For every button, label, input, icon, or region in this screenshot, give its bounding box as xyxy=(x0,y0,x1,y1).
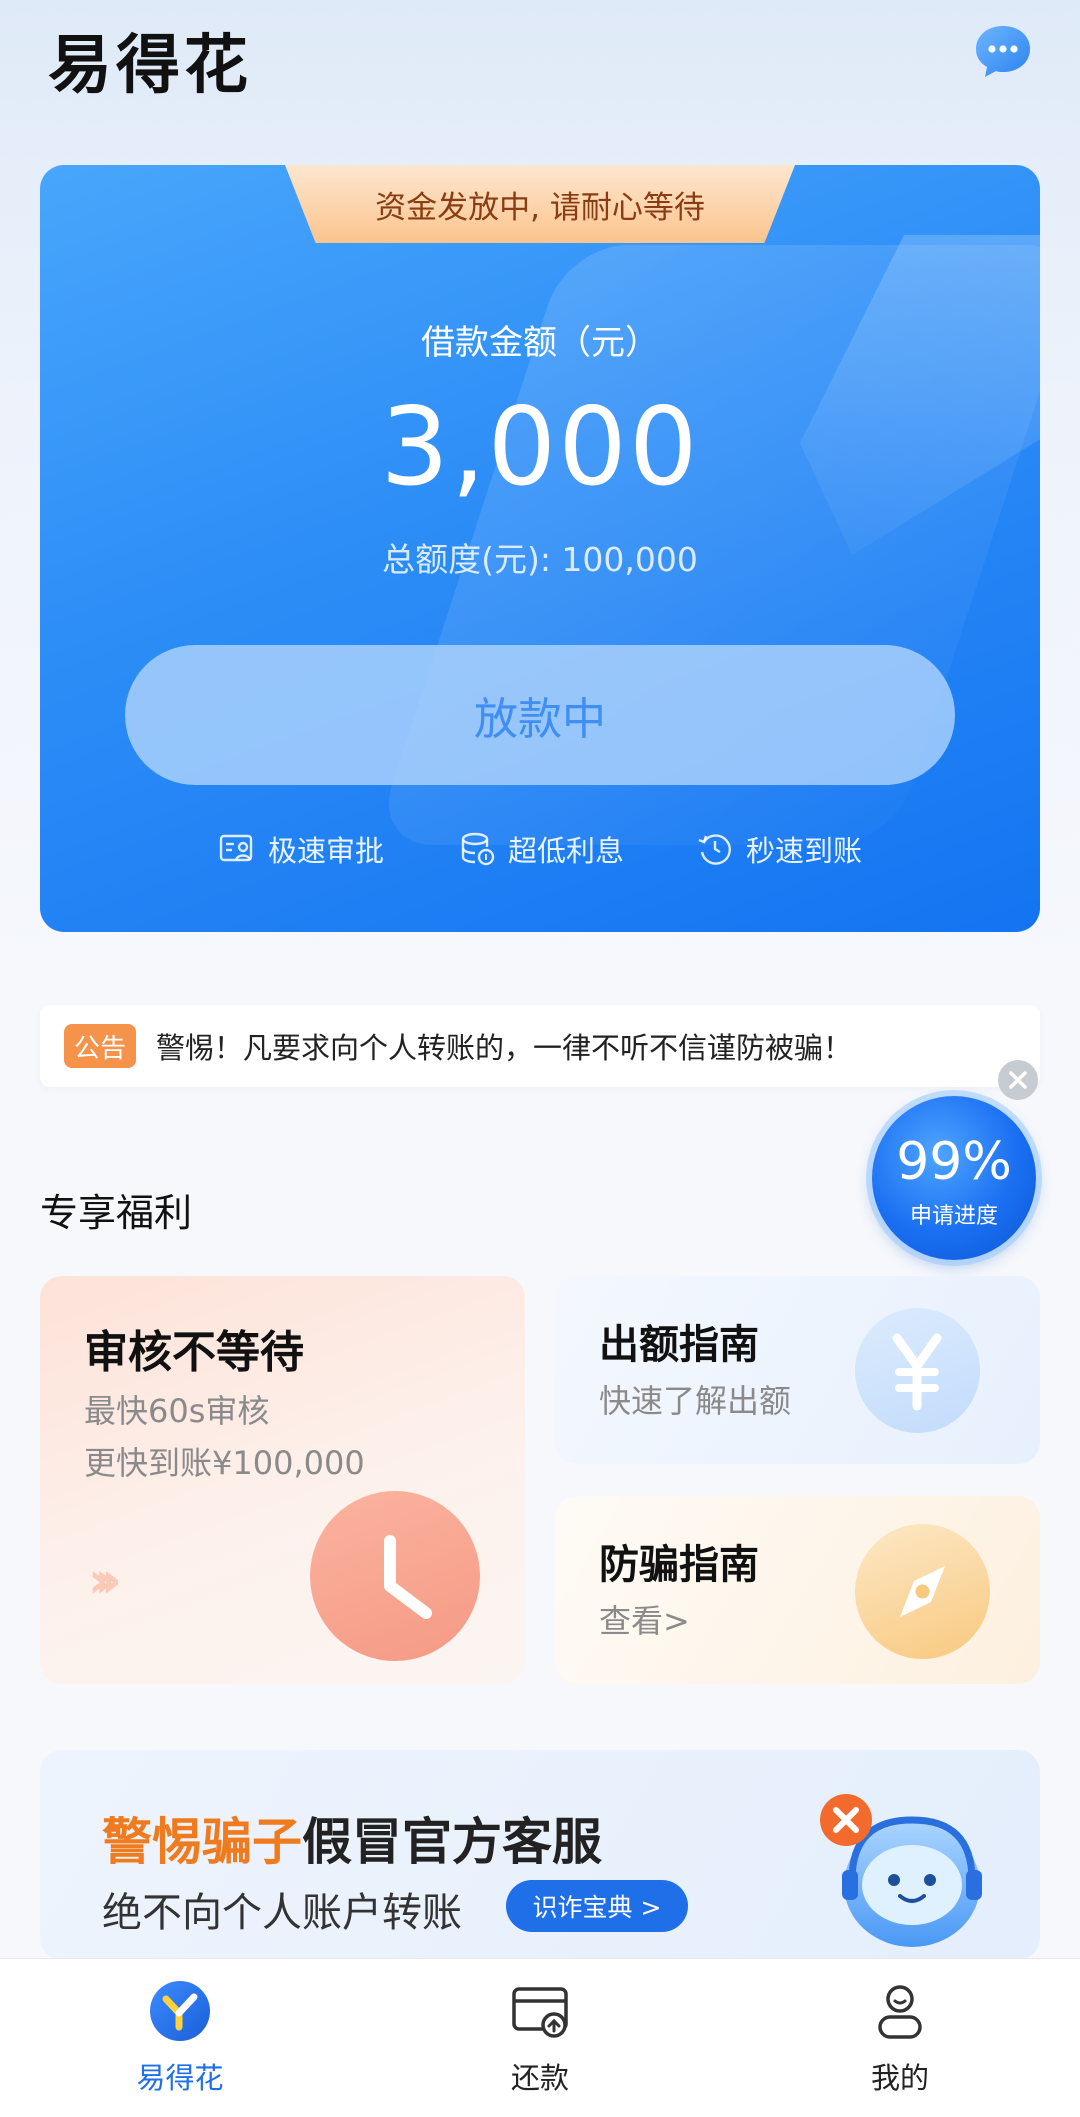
feature-instant-arrival: 秒速到账 xyxy=(696,827,862,871)
disbursing-button[interactable]: 放款中 xyxy=(125,645,955,785)
banner-subtitle: 绝不向个人账户转账 xyxy=(102,1890,462,1936)
funding-status-banner: 资金发放中, 请耐心等待 xyxy=(285,165,795,243)
announcement-bar[interactable]: 公告 警惕！凡要求向个人转账的，一律不听不信谨防被骗！ xyxy=(40,1005,1040,1087)
quota-guide-card[interactable]: 出额指南 快速了解出额 xyxy=(555,1276,1040,1464)
banner-title-highlight: 警惕骗子 xyxy=(102,1813,302,1871)
loan-status-card: 资金发放中, 请耐心等待 借款金额（元） 3,000 总额度(元): 100,0… xyxy=(40,165,1040,932)
feature-list: 极速审批 超低利息 秒速到账 xyxy=(40,827,1040,871)
feature-low-interest: 超低利息 xyxy=(458,827,624,871)
benefits-section-title: 专享福利 xyxy=(40,1191,193,1235)
tab-label: 还款 xyxy=(510,2061,569,2095)
clock-icon xyxy=(310,1491,480,1661)
feature-label: 超低利息 xyxy=(508,834,625,868)
chevrons-icon: ››› xyxy=(88,1551,122,1609)
repay-card-icon xyxy=(512,1987,568,2038)
banner-title: 警惕骗子假冒官方客服 xyxy=(102,1802,602,1874)
card-title: 防骗指南 xyxy=(599,1542,759,1588)
card-subtitle: 快速了解出额 xyxy=(599,1382,792,1420)
card-title: 审核不等待 xyxy=(84,1327,304,1378)
fraud-handbook-button[interactable]: 识诈宝典 > xyxy=(506,1880,688,1932)
clock-refresh-icon xyxy=(698,834,731,865)
card-title: 出额指南 xyxy=(599,1322,759,1368)
user-profile-icon xyxy=(878,1985,922,2039)
application-progress-float[interactable]: 99% 申请进度 xyxy=(872,1096,1036,1260)
app-title: 易得花 xyxy=(48,29,252,103)
tab-repay[interactable]: 还款 xyxy=(440,1979,640,2097)
customer-service-chat-icon[interactable] xyxy=(972,20,1034,82)
progress-label: 申请进度 xyxy=(909,1204,998,1229)
anti-fraud-guide-card[interactable]: 防骗指南 查看> xyxy=(555,1496,1040,1684)
card-subtitle: 最快60s审核 xyxy=(84,1392,270,1430)
fraud-warning-banner[interactable]: 警惕骗子假冒官方客服 绝不向个人账户转账 识诈宝典 > xyxy=(40,1750,1040,1960)
card-subtitle: 更快到账¥100,000 xyxy=(84,1444,365,1482)
loan-amount-value: 3,000 xyxy=(380,385,700,510)
bottom-tab-bar: 易得花 还款 我的 xyxy=(0,1958,1080,2117)
compass-icon xyxy=(855,1524,990,1659)
feature-label: 极速审批 xyxy=(268,834,385,868)
progress-percent: 99% xyxy=(896,1132,1012,1192)
close-icon xyxy=(1009,1071,1027,1089)
coin-stack-icon xyxy=(461,832,495,866)
tab-label: 我的 xyxy=(870,2061,929,2095)
close-progress-float-button[interactable] xyxy=(998,1060,1038,1100)
announcement-tag: 公告 xyxy=(64,1024,136,1068)
approval-card-icon xyxy=(219,834,253,862)
fast-review-card[interactable]: 审核不等待 最快60s审核 更快到账¥100,000 ››› xyxy=(40,1276,525,1684)
announcement-text: 警惕！凡要求向个人转账的，一律不听不信谨防被骗！ xyxy=(156,1031,853,1065)
view-more-link[interactable]: 查看> xyxy=(599,1596,690,1642)
tab-home[interactable]: 易得花 xyxy=(80,1979,280,2097)
feature-fast-approval: 极速审批 xyxy=(218,827,384,871)
banner-title-rest: 假冒官方客服 xyxy=(302,1813,602,1871)
total-limit-text: 总额度(元): 100,000 xyxy=(382,540,698,579)
yuan-icon xyxy=(855,1308,980,1433)
loan-amount-label: 借款金额（元） xyxy=(421,323,659,363)
brand-logo-icon xyxy=(150,1981,210,2041)
tab-label: 易得花 xyxy=(136,2061,224,2095)
customer-service-robot-icon xyxy=(812,1790,1012,1960)
feature-label: 秒速到账 xyxy=(746,834,863,868)
tab-mine[interactable]: 我的 xyxy=(800,1979,1000,2097)
